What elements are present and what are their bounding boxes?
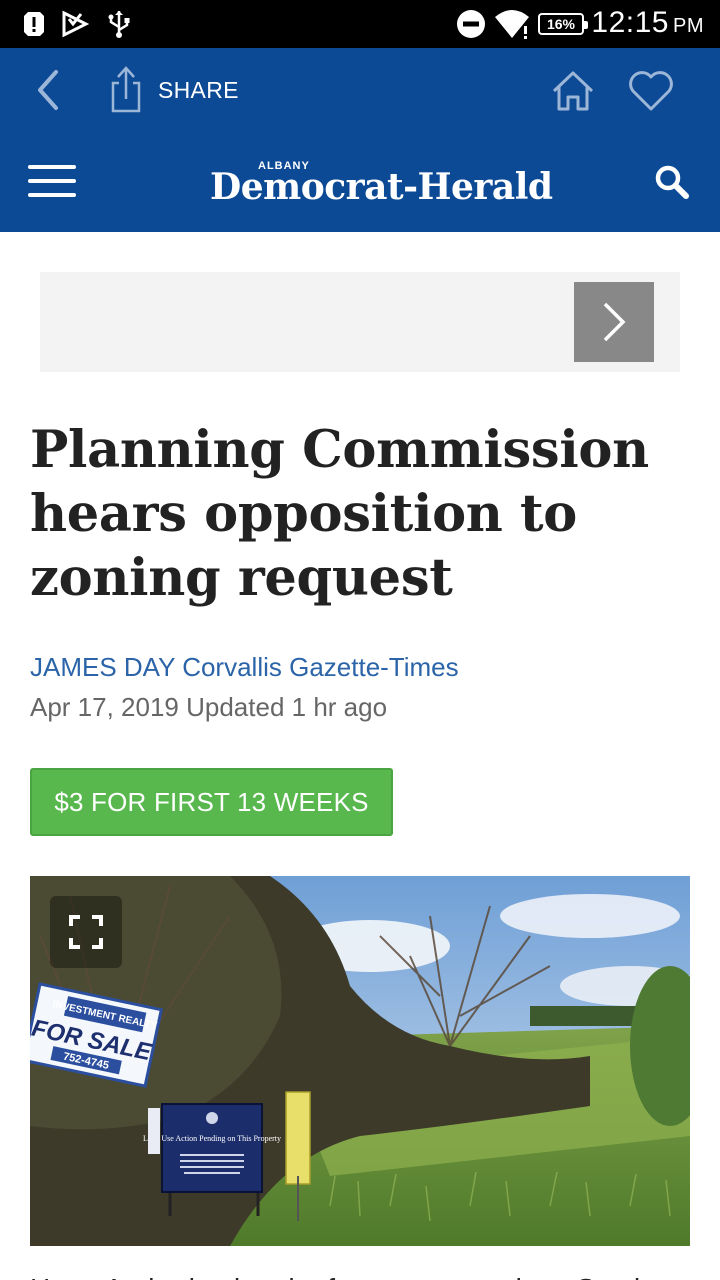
field-photo-illustration: INVESTMENT REALTY FOR SALE 752-4745 Land… xyxy=(30,876,690,1246)
ad-banner[interactable] xyxy=(40,272,680,372)
home-icon xyxy=(552,71,594,111)
masthead-title: Democrat-Herald xyxy=(210,166,553,208)
article-body-first-line: Harry Andrade, that the farm acreage alo… xyxy=(30,1272,690,1280)
share-icon xyxy=(111,66,141,113)
clock-ampm: PM xyxy=(673,15,704,37)
notice-sign-text: Land Use Action Pending on This Property xyxy=(143,1134,281,1143)
heart-icon xyxy=(629,71,673,111)
app-bar: SHARE ALBANY Democrat-Herald xyxy=(0,48,720,232)
menu-line-icon xyxy=(28,179,76,183)
back-button[interactable] xyxy=(26,66,70,114)
share-label: SHARE xyxy=(158,76,239,103)
battery-indicator: 16% xyxy=(538,13,588,35)
home-button[interactable] xyxy=(548,66,598,116)
menu-line-icon xyxy=(28,165,76,169)
article-byline[interactable]: JAMES DAY Corvallis Gazette-Times xyxy=(30,652,459,683)
ad-next-button[interactable] xyxy=(574,282,654,362)
share-button[interactable]: SHARE xyxy=(108,62,239,118)
clock-time: 12:15 xyxy=(591,6,669,39)
article-photo[interactable]: INVESTMENT REALTY FOR SALE 752-4745 Land… xyxy=(30,876,690,1246)
subscribe-offer-button[interactable]: $3 FOR FIRST 13 WEEKS xyxy=(30,768,393,836)
masthead-logo[interactable]: ALBANY Democrat-Herald xyxy=(200,156,553,214)
do-not-disturb-icon xyxy=(456,8,486,40)
alert-icon xyxy=(20,8,48,40)
article-body-preview: Harry Andrade, that the farm acreage alo… xyxy=(30,1264,690,1280)
usb-icon xyxy=(104,8,134,40)
search-icon xyxy=(655,165,689,199)
article-headline: Planning Commission hears opposition to … xyxy=(30,420,649,608)
clock: 12:15 PM xyxy=(591,6,704,40)
favorite-button[interactable] xyxy=(624,66,678,116)
status-bar: 16% 12:15 PM xyxy=(0,0,720,48)
article-dateline: Apr 17, 2019 Updated 1 hr ago xyxy=(30,692,388,722)
menu-line-icon xyxy=(28,193,76,197)
fullscreen-icon xyxy=(69,915,103,949)
play-store-icon xyxy=(60,8,90,40)
chevron-right-icon xyxy=(603,302,626,342)
chevron-left-icon xyxy=(38,70,58,110)
expand-photo-button[interactable] xyxy=(50,896,122,968)
wifi-icon xyxy=(494,8,530,40)
hamburger-menu-button[interactable] xyxy=(28,162,76,200)
search-button[interactable] xyxy=(652,162,692,202)
